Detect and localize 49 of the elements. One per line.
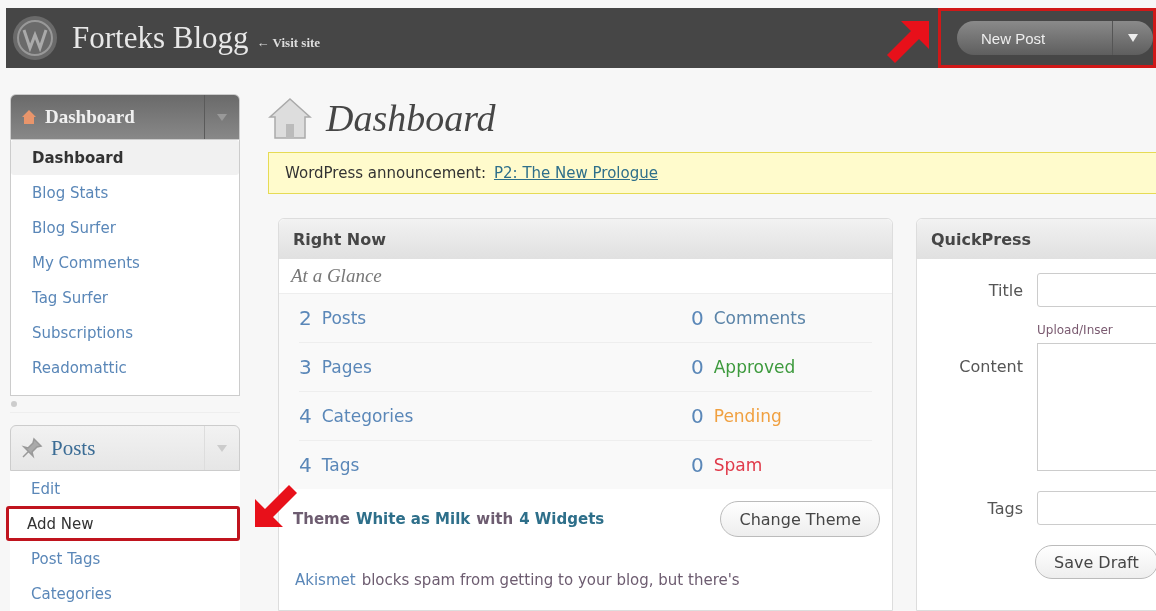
content-field[interactable] [1037, 343, 1156, 471]
input-field[interactable] [1037, 273, 1156, 307]
count: 3 [299, 355, 312, 379]
upload-link[interactable]: Upload/Inser [1037, 323, 1156, 337]
save-draft-button[interactable]: Save Draft [1035, 545, 1156, 579]
house-icon [21, 109, 37, 125]
visit-site-link[interactable]: ← Visit site [256, 35, 321, 51]
menu-group-header[interactable]: Posts [10, 425, 240, 471]
input-field[interactable] [1037, 491, 1156, 525]
announcement-link[interactable]: P2: The New Prologue [493, 164, 658, 182]
change-theme-button[interactable]: Change Theme [720, 501, 880, 537]
stat-link[interactable]: Categories [321, 406, 414, 426]
widgets-link[interactable]: 4 Widgets [519, 510, 605, 528]
stat-link[interactable]: Tags [321, 455, 360, 475]
collapse-icon[interactable] [10, 400, 18, 408]
akismet-text: blocks spam from getting to your blog, but there's [361, 571, 740, 589]
theme-label: with [476, 510, 514, 528]
menu-item[interactable]: Dashboard [11, 140, 239, 175]
count: 2 [299, 306, 312, 330]
house-icon [268, 96, 312, 140]
panel-title: Right Now [293, 229, 387, 249]
field-label: Content [958, 356, 1024, 376]
count: 0 [691, 404, 704, 428]
stat-link[interactable]: Spam [713, 455, 763, 475]
pushpin-icon [21, 437, 43, 459]
announcement-label: WordPress announcement: [285, 164, 486, 182]
count: 0 [691, 355, 704, 379]
field-label: Title [987, 280, 1024, 300]
site-title: Forteks Blogg [72, 20, 249, 56]
arrow-icon [885, 19, 931, 65]
count: 4 [299, 404, 312, 428]
wordpress-logo-icon [12, 15, 58, 61]
page-title: Dashboard [326, 96, 496, 140]
theme-link[interactable]: White as Milk [355, 510, 471, 528]
count: 4 [299, 453, 312, 477]
field-label: Tags [986, 498, 1024, 518]
stat-link[interactable]: Approved [713, 357, 796, 377]
stat-link[interactable]: Comments [713, 308, 806, 328]
menu-group-header[interactable]: Dashboard [10, 94, 240, 140]
caret-icon[interactable] [1128, 34, 1138, 42]
panel-title: QuickPress [931, 229, 1032, 249]
stat-link[interactable]: Pending [713, 406, 782, 426]
count: 0 [691, 453, 704, 477]
stat-link[interactable]: Posts [321, 308, 367, 328]
new-post-button[interactable]: New Post [957, 21, 1153, 55]
stat-link[interactable]: Pages [321, 357, 372, 377]
theme-label: Theme [293, 510, 350, 528]
akismet-link[interactable]: Akismet [295, 571, 356, 589]
count: 0 [691, 306, 704, 330]
